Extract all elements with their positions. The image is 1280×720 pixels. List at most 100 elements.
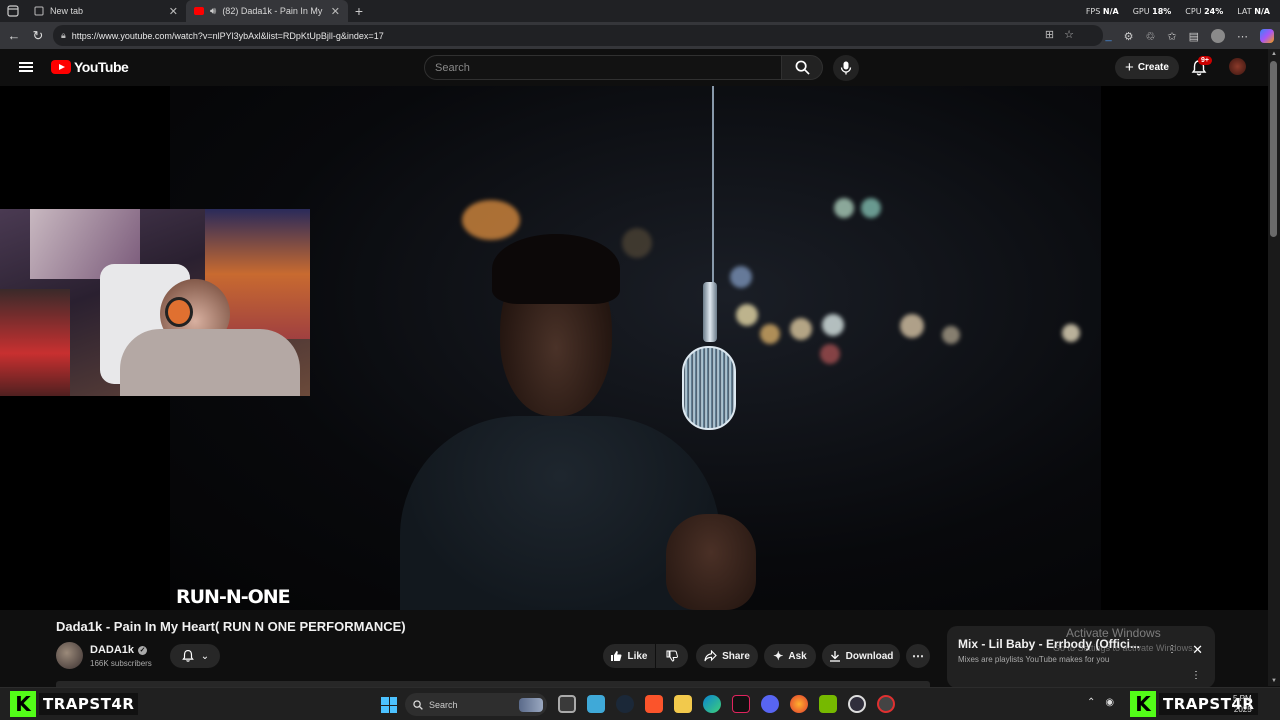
close-tab-icon[interactable]: ✕ xyxy=(169,5,178,18)
favorites-icon[interactable]: ✩ xyxy=(1167,30,1176,43)
obs-icon[interactable] xyxy=(848,695,866,713)
address-bar-actions: ⊞ ☆ xyxy=(1045,28,1074,41)
bokeh-light xyxy=(822,314,844,336)
more-options-icon[interactable]: ⋯ xyxy=(1237,30,1248,43)
microphone-icon xyxy=(840,61,852,75)
favorite-star-icon[interactable]: ☆ xyxy=(1064,28,1074,41)
lock-icon[interactable]: 🔒︎ xyxy=(61,30,66,41)
taskbar-clock[interactable]: 5 PM 2025 xyxy=(1233,693,1252,715)
steam-icon[interactable] xyxy=(616,695,634,713)
dislike-button[interactable] xyxy=(656,644,688,668)
bell-icon xyxy=(181,649,194,662)
minimize-icon[interactable]: _ xyxy=(1106,30,1112,42)
download-button[interactable]: Download xyxy=(822,644,900,668)
share-icon xyxy=(704,650,717,662)
clock-time: 5 PM xyxy=(1233,694,1252,703)
browser-essentials-icon[interactable]: ♲ xyxy=(1146,30,1156,43)
subscribed-notifications-button[interactable]: ⌄ xyxy=(170,644,220,668)
windows-taskbar: K TRAPST4R Search ⌃ ◉ K TRAPST4R 5 PM 20… xyxy=(0,687,1280,720)
lat-value: N/A xyxy=(1254,6,1270,16)
firefox-icon[interactable] xyxy=(790,695,808,713)
more-actions-button[interactable]: ⋯ xyxy=(906,644,930,668)
share-label: Share xyxy=(722,650,750,662)
streaming-app-icon[interactable] xyxy=(877,695,895,713)
back-icon[interactable]: ← xyxy=(2,24,26,48)
microphone-stand xyxy=(703,282,717,342)
bokeh-light xyxy=(730,266,752,288)
url-text: https://www.youtube.com/watch?v=nlPYl3yb… xyxy=(71,30,384,41)
kick-logo-icon: K xyxy=(10,691,36,717)
lat-label: LAT xyxy=(1237,6,1252,16)
steam-tray-icon[interactable]: ◉ xyxy=(1105,697,1114,708)
share-button[interactable]: Share xyxy=(696,644,758,668)
microphone-cable xyxy=(712,86,714,286)
page-scrollbar[interactable]: ▲ ▼ xyxy=(1268,49,1280,686)
scroll-up-icon[interactable]: ▲ xyxy=(1271,51,1277,57)
mix-subtitle: Mixes are playlists YouTube makes for yo… xyxy=(958,655,1110,664)
webcam-overlay xyxy=(0,209,310,396)
tab-actions-icon[interactable] xyxy=(0,0,26,22)
new-tab-button[interactable]: + xyxy=(348,3,370,19)
streamer-hoodie xyxy=(120,329,300,396)
gpu-label: GPU xyxy=(1132,6,1150,16)
discord-icon[interactable] xyxy=(761,695,779,713)
extension-icon[interactable]: ⚙ xyxy=(1124,30,1134,43)
nvidia-icon[interactable] xyxy=(819,695,837,713)
task-view-icon[interactable] xyxy=(558,695,576,713)
system-tray: ⌃ ◉ xyxy=(1087,697,1114,708)
edge-icon[interactable] xyxy=(703,695,721,713)
search-button[interactable] xyxy=(781,55,823,80)
bokeh-light xyxy=(1062,324,1080,342)
search-input[interactable]: Search xyxy=(424,55,782,80)
stream-brand-left: K TRAPST4R xyxy=(10,690,139,718)
brave-icon[interactable] xyxy=(645,695,663,713)
close-tab-icon[interactable]: ✕ xyxy=(331,5,340,18)
kick-logo-icon: K xyxy=(1130,691,1156,717)
bokeh-light xyxy=(736,304,758,326)
thumbs-up-icon xyxy=(611,651,622,661)
fps-label: FPS xyxy=(1085,6,1101,16)
channel-name-row[interactable]: DADA1k ✓ xyxy=(90,644,148,656)
activate-windows-subtitle: Go to Settings to activate Windows. xyxy=(1053,643,1196,653)
profile-avatar[interactable] xyxy=(1211,29,1225,43)
like-button[interactable]: Like xyxy=(603,644,655,668)
plus-icon: + xyxy=(1125,59,1134,76)
performer-hair xyxy=(492,234,620,304)
notepad-icon[interactable] xyxy=(587,695,605,713)
address-bar[interactable]: 🔒︎ https://www.youtube.com/watch?v=nlPYl… xyxy=(53,25,1103,46)
collections-icon[interactable]: ▤ xyxy=(1189,30,1199,43)
video-watermark-text: RUN-N-ONE xyxy=(176,586,291,608)
file-explorer-icon[interactable] xyxy=(674,695,692,713)
scrollbar-thumb[interactable] xyxy=(1270,61,1277,237)
tiktok-icon[interactable] xyxy=(732,695,750,713)
fps-value: N/A xyxy=(1102,6,1119,16)
bokeh-light xyxy=(861,198,881,218)
gpu-value: 18 xyxy=(1152,6,1164,16)
search-icon xyxy=(413,699,423,710)
channel-avatar[interactable] xyxy=(56,642,83,669)
channel-name: DADA1k xyxy=(90,644,135,656)
voice-search-button[interactable] xyxy=(833,55,859,81)
refresh-icon[interactable]: ↻ xyxy=(26,24,50,48)
video-player[interactable]: RUN-N-ONE xyxy=(0,86,1268,610)
tab-youtube[interactable]: 🔊︎ (82) Dada1k - Pain In My Hea ✕ xyxy=(186,0,348,22)
account-avatar[interactable] xyxy=(1229,58,1246,75)
ask-button[interactable]: ✦ Ask xyxy=(764,644,816,668)
taskbar-search[interactable]: Search xyxy=(405,693,547,716)
verified-icon: ✓ xyxy=(138,645,148,655)
create-button[interactable]: + Create xyxy=(1115,56,1179,79)
windows-start-icon[interactable] xyxy=(381,697,397,713)
tab-title: (82) Dada1k - Pain In My Hea xyxy=(222,6,324,16)
youtube-masthead: YouTube Search + Create 9+ xyxy=(0,49,1268,86)
more-vertical-icon[interactable]: ⋮ xyxy=(1191,670,1201,681)
copilot-icon[interactable] xyxy=(1260,29,1274,43)
youtube-play-icon xyxy=(51,60,71,74)
brand-name: TRAPST4R xyxy=(39,693,139,715)
tab-new-tab[interactable]: New tab ✕ xyxy=(26,0,186,22)
menu-icon[interactable] xyxy=(19,60,33,74)
speaker-icon[interactable]: 🔊︎ xyxy=(210,6,216,17)
youtube-logo[interactable]: YouTube xyxy=(51,59,129,75)
scroll-down-icon[interactable]: ▼ xyxy=(1271,678,1277,684)
app-available-icon[interactable]: ⊞ xyxy=(1045,28,1054,41)
chevron-up-icon[interactable]: ⌃ xyxy=(1087,697,1095,708)
